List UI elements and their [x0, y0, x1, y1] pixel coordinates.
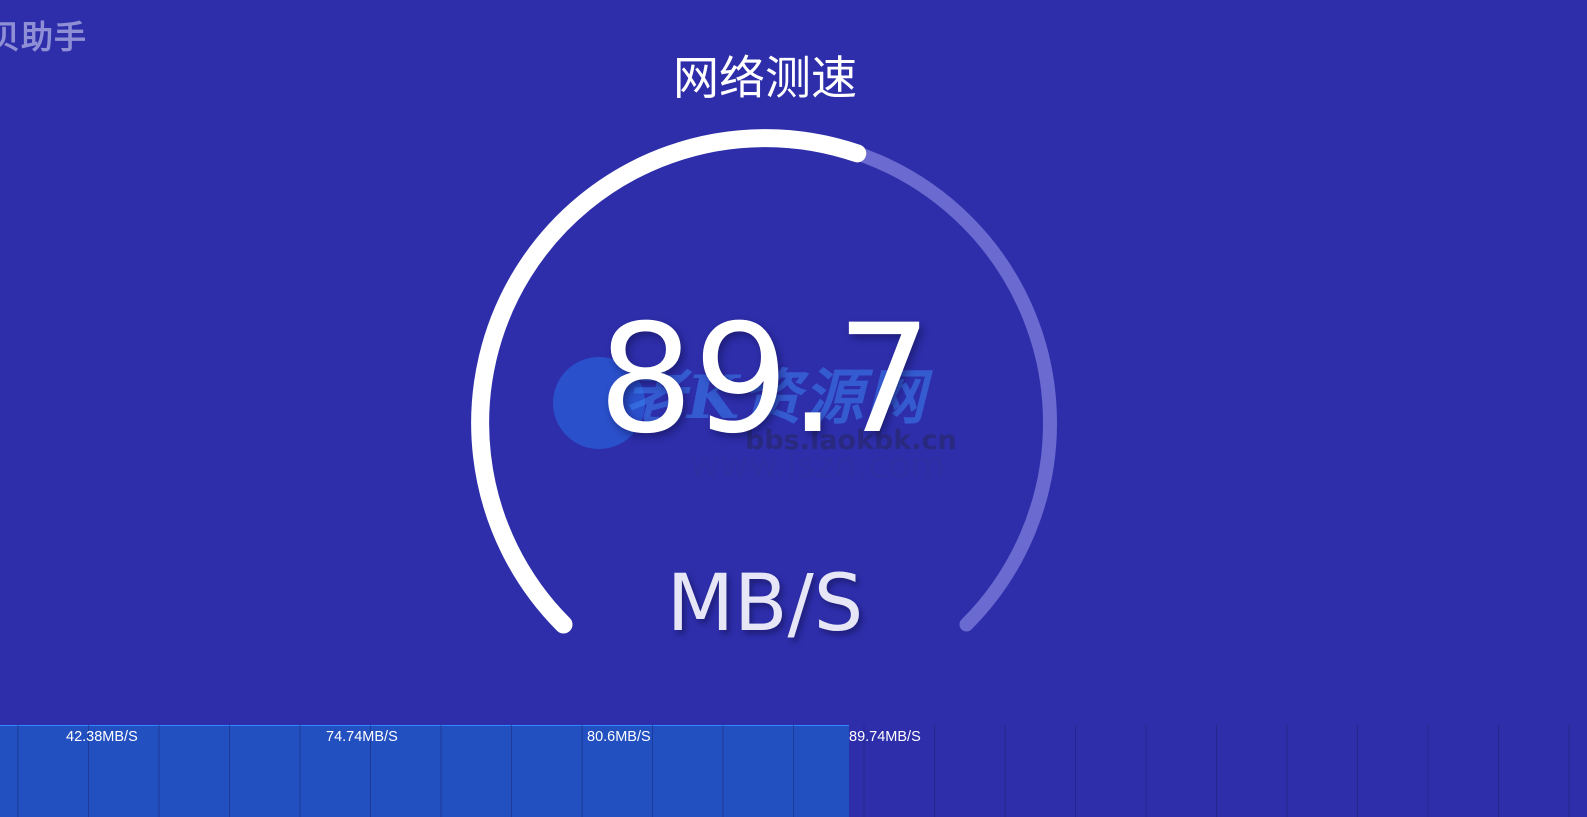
history-sample-label: 89.74MB/S: [849, 729, 921, 745]
history-sample-label: 42.38MB/S: [66, 729, 138, 745]
speed-value: 89.7: [598, 293, 932, 467]
speed-history-strip: 42.38MB/S 74.74MB/S 80.6MB/S 89.74MB/S: [0, 725, 1587, 817]
speed-test-screen: 贝助手 网络测速 老K资源网 www.lszn.com bbs.laokbk.c…: [0, 0, 1587, 817]
speed-unit: MB/S: [666, 559, 864, 649]
history-sample-label: 80.6MB/S: [587, 729, 651, 745]
history-grid: [17, 725, 1570, 817]
history-sample-label: 74.74MB/S: [326, 729, 398, 745]
